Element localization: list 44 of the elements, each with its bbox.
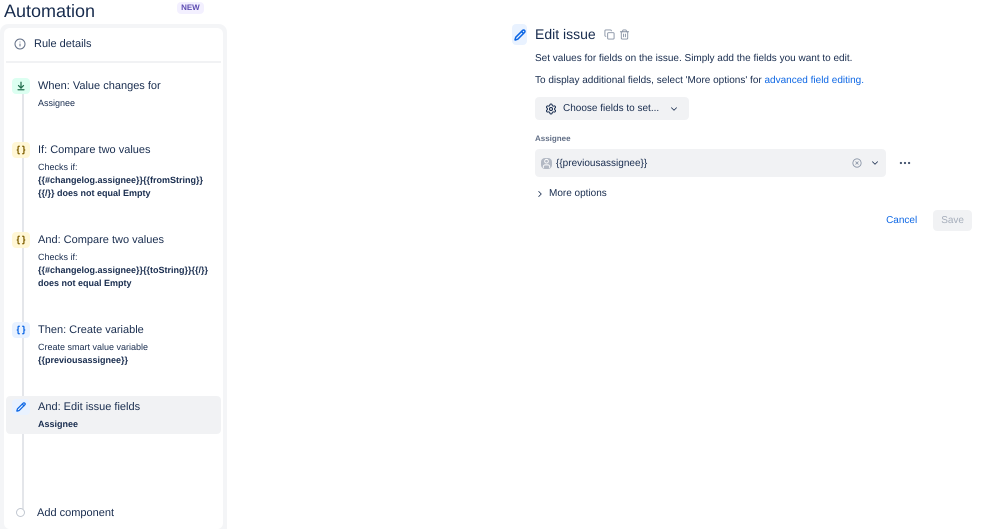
description-text: Set values for fields on the issue. Simply add the fields you want to edit. <box>535 52 854 66</box>
info-icon <box>14 38 26 50</box>
clear-icon[interactable] <box>852 158 862 168</box>
trigger-icon <box>16 80 26 90</box>
braces-icon <box>16 234 26 244</box>
rule-step[interactable]: And: Edit issue fields Assignee <box>6 396 221 434</box>
settings-icon <box>545 102 557 114</box>
step-detail: Checks if: <box>38 160 79 174</box>
delete-icon[interactable] <box>618 29 630 40</box>
step-detail: Assignee <box>38 96 76 110</box>
new-badge: NEW <box>177 2 204 14</box>
assignee-select[interactable]: {{previousassignee}} <box>535 149 886 177</box>
editor-title: Edit issue <box>535 25 596 44</box>
rule-step[interactable]: When: Value changes for Assignee <box>6 74 221 112</box>
step-detail: Checks if: <box>38 250 79 264</box>
pencil-icon <box>16 402 26 412</box>
step-detail: Create smart value variable <box>38 340 148 354</box>
avatar-icon <box>541 158 552 168</box>
advanced-editing-link[interactable]: advanced field editing. <box>764 75 864 86</box>
braces-icon <box>16 324 26 334</box>
step-detail: {{previousassignee}} <box>38 354 130 366</box>
rule-details-link[interactable]: Rule details <box>34 36 92 52</box>
field-label: Assignee <box>535 133 572 145</box>
step-detail: {{#changelog.assignee}}{{fromString}}{{/}} does not equal Empty <box>38 174 204 200</box>
page-title: Automation <box>4 0 96 22</box>
choose-fields-button[interactable]: Choose fields to set... <box>535 97 690 120</box>
step-detail: {{#changelog.assignee}}{{toString}}{{/}} does not equal Empty <box>38 264 210 290</box>
hint-text: To display additional fields, select 'More options' for advanced field editing. <box>535 74 866 88</box>
braces-icon <box>16 144 26 154</box>
copy-icon[interactable] <box>604 29 615 40</box>
step-title: Then: Create variable <box>38 322 145 338</box>
add-component-link[interactable]: Add component <box>37 504 114 521</box>
cancel-button[interactable]: Cancel <box>878 210 926 231</box>
rule-step[interactable]: Then: Create variable Create smart value variable {{previousassignee}} <box>6 318 221 370</box>
pencil-icon <box>514 28 526 40</box>
step-title: And: Compare two values <box>38 232 165 248</box>
rule-step[interactable]: And: Compare two values Checks if: {{#changelog.assignee}}{{toString}}{{/}} does not equal Empty <box>6 228 221 292</box>
step-title: And: Edit issue fields <box>38 400 140 414</box>
select-value: {{previousassignee}} <box>556 156 648 170</box>
step-title: When: Value changes for <box>38 78 161 94</box>
rule-step[interactable]: If: Compare two values Checks if: {{#changelog.assignee}}{{fromString}}{{/}} does not equal Empty <box>6 138 221 202</box>
step-title: If: Compare two values <box>38 142 152 158</box>
step-detail: Assignee <box>38 418 80 430</box>
more-options-toggle[interactable]: More options <box>535 186 607 201</box>
